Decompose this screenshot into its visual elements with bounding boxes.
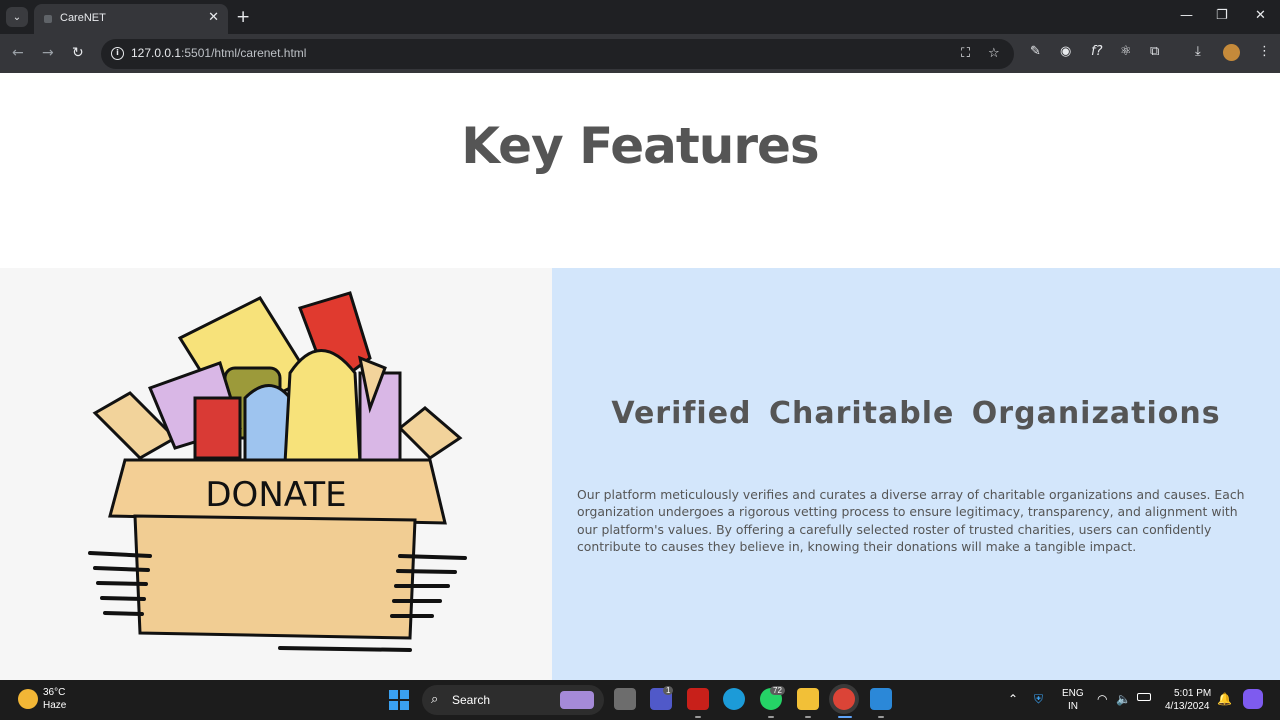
feature-description: Our platform meticulously verifies and c…	[577, 487, 1245, 555]
bookmark-star-icon[interactable]: ☆	[988, 46, 1000, 61]
clock-time[interactable]: 5:01 PM	[1174, 688, 1211, 699]
weather-condition[interactable]: Haze	[43, 700, 66, 711]
camera-extension-icon[interactable]: ◉	[1060, 44, 1071, 59]
tab-title: CareNET	[60, 12, 106, 24]
restore-icon[interactable]: ❐	[1216, 8, 1228, 23]
minimize-icon[interactable]: —	[1180, 8, 1193, 23]
chrome-menu-icon[interactable]: ⋮	[1258, 44, 1271, 59]
whatsapp-badge: 72	[770, 686, 785, 695]
new-tab-button[interactable]: +	[236, 7, 250, 27]
url-text: 127.0.0.1:5501/html/carenet.html	[131, 46, 307, 60]
file-explorer-icon[interactable]	[797, 688, 819, 710]
donate-box-illustration: DONATE	[88, 291, 467, 652]
page-content: Key Features DONATE Verified Charitable …	[0, 73, 1280, 680]
site-info-icon[interactable]: i	[111, 47, 124, 60]
wifi-icon[interactable]: ◠	[1097, 692, 1107, 706]
formula-extension-icon[interactable]: f?	[1091, 44, 1102, 59]
clock-date[interactable]: 4/13/2024	[1165, 701, 1210, 712]
copilot-icon[interactable]	[1243, 689, 1263, 709]
extension-edit-icon[interactable]: ✎	[1030, 44, 1041, 59]
volume-icon[interactable]: 🔈	[1116, 692, 1131, 706]
weather-haze-icon[interactable]	[18, 689, 38, 709]
close-window-icon[interactable]: ✕	[1255, 8, 1266, 23]
reload-icon[interactable]: ↻	[72, 45, 84, 61]
close-tab-icon[interactable]: ✕	[208, 10, 219, 25]
favicon-icon	[44, 15, 52, 23]
translate-icon[interactable]: ⛶	[961, 46, 970, 61]
address-bar[interactable]: i 127.0.0.1:5501/html/carenet.html ⛶ ☆	[101, 39, 1014, 69]
notification-bell-icon[interactable]: 🔔	[1217, 692, 1232, 706]
start-button[interactable]	[389, 690, 409, 710]
search-label: Search	[452, 693, 491, 707]
react-devtools-icon[interactable]: ⚛	[1120, 44, 1132, 59]
weather-temperature[interactable]: 36°C	[43, 687, 65, 698]
task-view-icon[interactable]	[614, 688, 636, 710]
taskbar-search[interactable]: ⌕ Search	[422, 685, 604, 715]
acrobat-icon[interactable]	[687, 688, 709, 710]
chrome-icon[interactable]	[833, 688, 855, 710]
back-icon[interactable]: ←	[12, 45, 24, 61]
language-secondary[interactable]: IN	[1068, 701, 1078, 712]
tab-search-button[interactable]: ⌄	[6, 7, 28, 27]
defender-shield-icon[interactable]: ⛨	[1034, 692, 1043, 707]
tray-overflow-chevron-icon[interactable]: ⌃	[1008, 692, 1018, 706]
profile-avatar[interactable]	[1223, 44, 1240, 61]
downloads-icon[interactable]: ⤓	[1195, 44, 1201, 59]
page-heading: Key Features	[461, 117, 819, 175]
feature-text-panel: Verified Charitable Organizations Our pl…	[552, 268, 1280, 680]
battery-icon[interactable]	[1137, 693, 1151, 701]
browser-toolbar: ← → ↻ i 127.0.0.1:5501/html/carenet.html…	[0, 34, 1280, 73]
forward-icon[interactable]: →	[42, 45, 54, 61]
taskbar: 36°C Haze ⌕ Search 1 72 ⌃ ⛨ ENG IN ◠ 🔈 5…	[0, 680, 1280, 720]
feature-image-panel: DONATE	[0, 268, 552, 680]
edge-icon[interactable]	[723, 688, 745, 710]
tab-strip: ⌄ CareNET ✕ + — ❐ ✕	[0, 0, 1280, 34]
language-primary[interactable]: ENG	[1062, 688, 1084, 699]
extensions-puzzle-icon[interactable]: ⧉	[1150, 44, 1159, 59]
search-highlight-icon	[560, 691, 594, 709]
feature-title: Verified Charitable Organizations	[611, 396, 1221, 431]
search-icon: ⌕	[431, 692, 439, 707]
vscode-icon[interactable]	[870, 688, 892, 710]
donate-label: DONATE	[205, 475, 346, 515]
tab-carenet[interactable]: CareNET ✕	[34, 4, 228, 34]
